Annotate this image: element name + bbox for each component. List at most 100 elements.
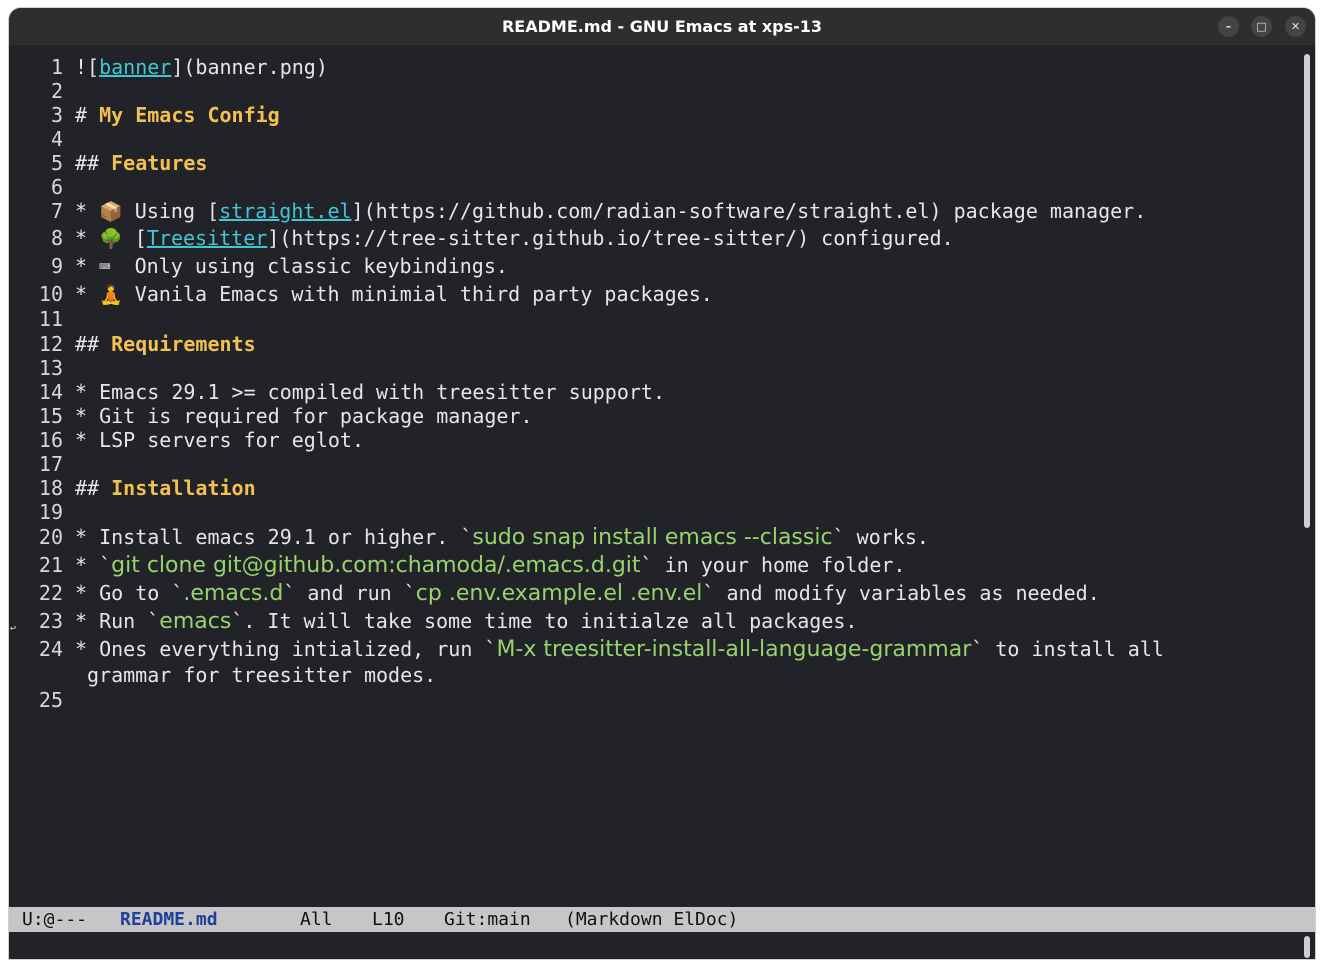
- inline-code: .emacs.d: [183, 581, 284, 606]
- inline-code: M-x treesitter-install-all-language-gram…: [496, 637, 972, 662]
- line-text[interactable]: ## Installation: [75, 476, 256, 500]
- minibuffer[interactable]: [9, 932, 1315, 959]
- line-number: 6: [50, 175, 63, 199]
- text-segment: ##: [75, 151, 112, 175]
- text-segment: * Run `: [75, 609, 160, 633]
- line-number: 20: [38, 525, 63, 549]
- line-text[interactable]: * Go to `.emacs.d` and run `cp .env.exam…: [75, 581, 1100, 606]
- modeline-modes[interactable]: (Markdown ElDoc): [565, 907, 738, 932]
- line-number: 12: [38, 332, 63, 356]
- line-number: 25: [38, 688, 63, 712]
- modeline-vc-branch[interactable]: Git:main: [444, 907, 531, 932]
- text-segment: * `: [75, 553, 112, 577]
- line-text[interactable]: * Ones everything intialized, run `M-x t…: [75, 637, 1164, 662]
- modeline-line-number: L10: [372, 909, 405, 930]
- line-number: 4: [50, 127, 63, 151]
- line-number: 7: [50, 199, 63, 223]
- line-number: 17: [38, 452, 63, 476]
- line-text[interactable]: ## Features: [75, 151, 207, 175]
- line-text[interactable]: * Emacs 29.1 >= compiled with treesitter…: [75, 380, 665, 404]
- line-number: 19: [38, 500, 63, 524]
- line-text[interactable]: ![banner](banner.png): [75, 55, 328, 79]
- line-text[interactable]: * Install emacs 29.1 or higher. `sudo sn…: [75, 525, 929, 550]
- text-segment: ` to install all: [971, 637, 1164, 661]
- inline-code: emacs: [159, 609, 232, 634]
- modeline-buffer-name[interactable]: README.md: [120, 907, 218, 932]
- heading-text: Installation: [111, 476, 256, 500]
- heading-text: Features: [111, 151, 208, 175]
- mode-line[interactable]: U:@--- README.md All L10 Git:main (Markdown E…: [9, 907, 1315, 932]
- text-segment: Vanila Emacs with minimial third party p…: [122, 282, 713, 306]
- line-number: 5: [50, 151, 63, 175]
- editor-buffer[interactable]: 1 ![banner](banner.png) 2 3 # My Emacs Confi…: [19, 45, 1301, 907]
- text-segment: * Emacs 29.1 >= compiled with treesitter…: [75, 380, 666, 404]
- line-number: 1: [50, 55, 63, 79]
- text-segment: ` works.: [832, 525, 929, 549]
- line-number: 21: [38, 553, 63, 577]
- text-segment: *: [75, 254, 100, 278]
- line-number: 16: [38, 428, 63, 452]
- line-text[interactable]: * LSP servers for eglot.: [75, 428, 364, 452]
- text-segment: * Install emacs 29.1 or higher. `: [75, 525, 473, 549]
- modeline-status: U:@---: [22, 909, 88, 930]
- modeline-position: All: [300, 909, 333, 930]
- line-text[interactable]: * 📦 Using [straight.el](https://github.c…: [75, 199, 1146, 223]
- markdown-link[interactable]: banner: [99, 55, 171, 79]
- emacs-window: README.md - GNU Emacs at xps-13 – □ ✕ 1!…: [9, 8, 1315, 959]
- text-segment: *: [75, 282, 100, 306]
- emoji-icon: 🧘: [99, 284, 123, 306]
- line-number: 24: [38, 637, 63, 661]
- title-bar[interactable]: README.md - GNU Emacs at xps-13 – □ ✕: [9, 8, 1315, 45]
- line-text[interactable]: * `git clone git@github.com:chamoda/.ema…: [75, 553, 905, 578]
- text-segment: ](banner.png): [171, 55, 328, 79]
- line-number: 14: [38, 380, 63, 404]
- window-title: README.md - GNU Emacs at xps-13: [501, 17, 823, 36]
- inline-code: sudo snap install emacs --classic: [472, 525, 833, 550]
- line-text[interactable]: * Git is required for package manager.: [75, 404, 533, 428]
- vertical-scrollbar[interactable]: [1302, 52, 1315, 907]
- line-number: 10: [38, 282, 63, 306]
- text-segment: *: [75, 226, 100, 250]
- maximize-button[interactable]: □: [1251, 16, 1272, 37]
- line-number: 3: [50, 103, 63, 127]
- scrollbar-thumb[interactable]: [1304, 54, 1310, 528]
- line-number: 11: [38, 307, 63, 331]
- markdown-link[interactable]: straight.el: [219, 199, 351, 223]
- close-button[interactable]: ✕: [1285, 16, 1306, 37]
- line-text[interactable]: * 🌳 [Treesitter](https://tree-sitter.git…: [75, 226, 954, 250]
- text-segment: * Git is required for package manager.: [75, 404, 533, 428]
- text-segment: ##: [75, 476, 112, 500]
- text-segment: ` and run `: [283, 581, 416, 605]
- text-segment: `. It will take some time to initialze a…: [231, 609, 858, 633]
- line-text[interactable]: ## Requirements: [75, 332, 256, 356]
- text-segment: [: [122, 226, 147, 250]
- minibuffer-scrollbar[interactable]: [1304, 936, 1310, 958]
- line-number: 9: [50, 254, 63, 278]
- inline-code: git clone git@github.com:chamoda/.emacs.…: [111, 553, 641, 578]
- emoji-icon: 🌳: [99, 228, 123, 250]
- line-number: 22: [38, 581, 63, 605]
- line-text[interactable]: * 🧘 Vanila Emacs with minimial third par…: [75, 282, 713, 306]
- text-segment: *: [75, 199, 100, 223]
- line-number: 8: [50, 226, 63, 250]
- line-text[interactable]: # My Emacs Config: [75, 103, 280, 127]
- text-segment: #: [75, 103, 100, 127]
- minimize-button[interactable]: –: [1218, 16, 1239, 37]
- emoji-icon: 📦: [99, 201, 123, 223]
- text-segment: grammar for treesitter modes.: [87, 663, 437, 687]
- line-number: 18: [38, 476, 63, 500]
- line-number: 23: [38, 609, 63, 633]
- line-text[interactable]: grammar for treesitter modes.: [87, 663, 436, 687]
- text-segment: Using [: [122, 199, 220, 223]
- text-segment: Only using classic keybindings.: [110, 254, 508, 278]
- text-segment: ##: [75, 332, 112, 356]
- line-number: 15: [38, 404, 63, 428]
- line-text[interactable]: * Run `emacs`. It will take some time to…: [75, 609, 857, 634]
- heading-text: My Emacs Config: [99, 103, 280, 127]
- text-segment: * Go to `: [75, 581, 184, 605]
- text-segment: ](https://tree-sitter.github.io/tree-sit…: [267, 226, 954, 250]
- heading-text: Requirements: [111, 332, 256, 356]
- line-text[interactable]: * ⌨ Only using classic keybindings.: [75, 254, 508, 278]
- markdown-link[interactable]: Treesitter: [147, 226, 267, 250]
- text-segment: ](https://github.com/radian-software/str…: [351, 199, 1147, 223]
